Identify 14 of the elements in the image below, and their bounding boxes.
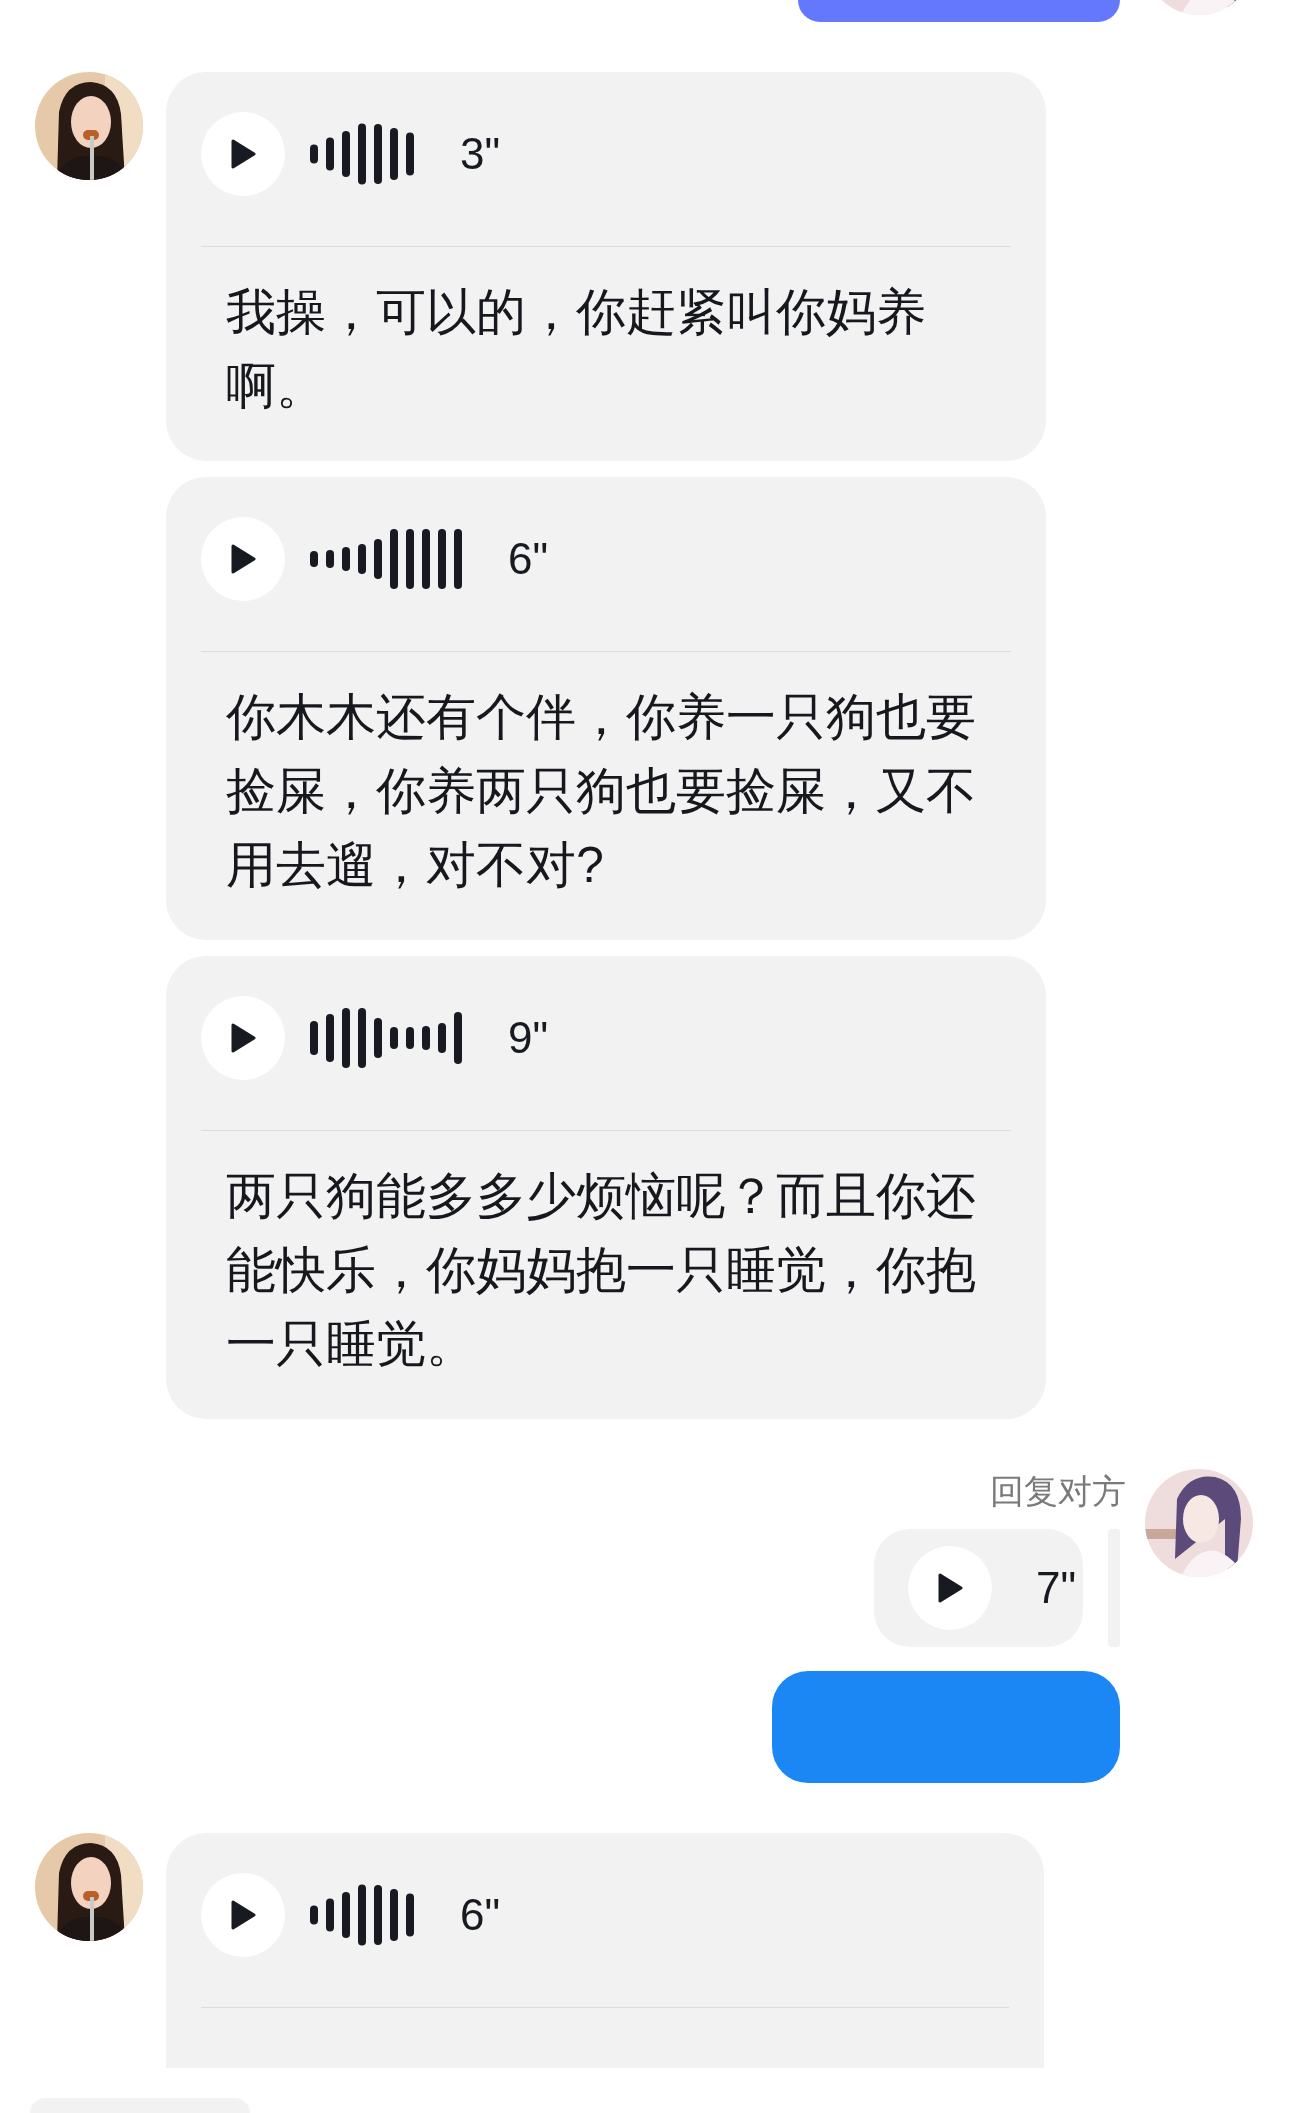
- voice-duration: 6": [508, 537, 549, 581]
- voice-duration: 3": [460, 132, 501, 176]
- play-icon: [230, 139, 256, 169]
- voice-duration: 9": [508, 1016, 549, 1060]
- transcript-text: 你木木还有个伴，你养一只狗也要捡屎，你养两只狗也要捡屎，又不用去遛，对不对?: [225, 688, 977, 895]
- play-icon: [230, 1900, 256, 1930]
- transcript-text: 我操，可以的，你赶紧叫你妈养啊。: [225, 283, 927, 416]
- play-icon: [937, 1573, 963, 1603]
- reply-label: 回复对方: [990, 1471, 1126, 1512]
- play-icon: [230, 544, 256, 574]
- play-icon: [230, 1023, 256, 1053]
- voice-duration: 6": [460, 1893, 501, 1937]
- transcript-text: 两只狗能多多少烦恼呢？而且你还能快乐，你妈妈抱一只睡觉，你抱一只睡觉。: [225, 1167, 977, 1374]
- voice-duration: 7": [1036, 1566, 1077, 1610]
